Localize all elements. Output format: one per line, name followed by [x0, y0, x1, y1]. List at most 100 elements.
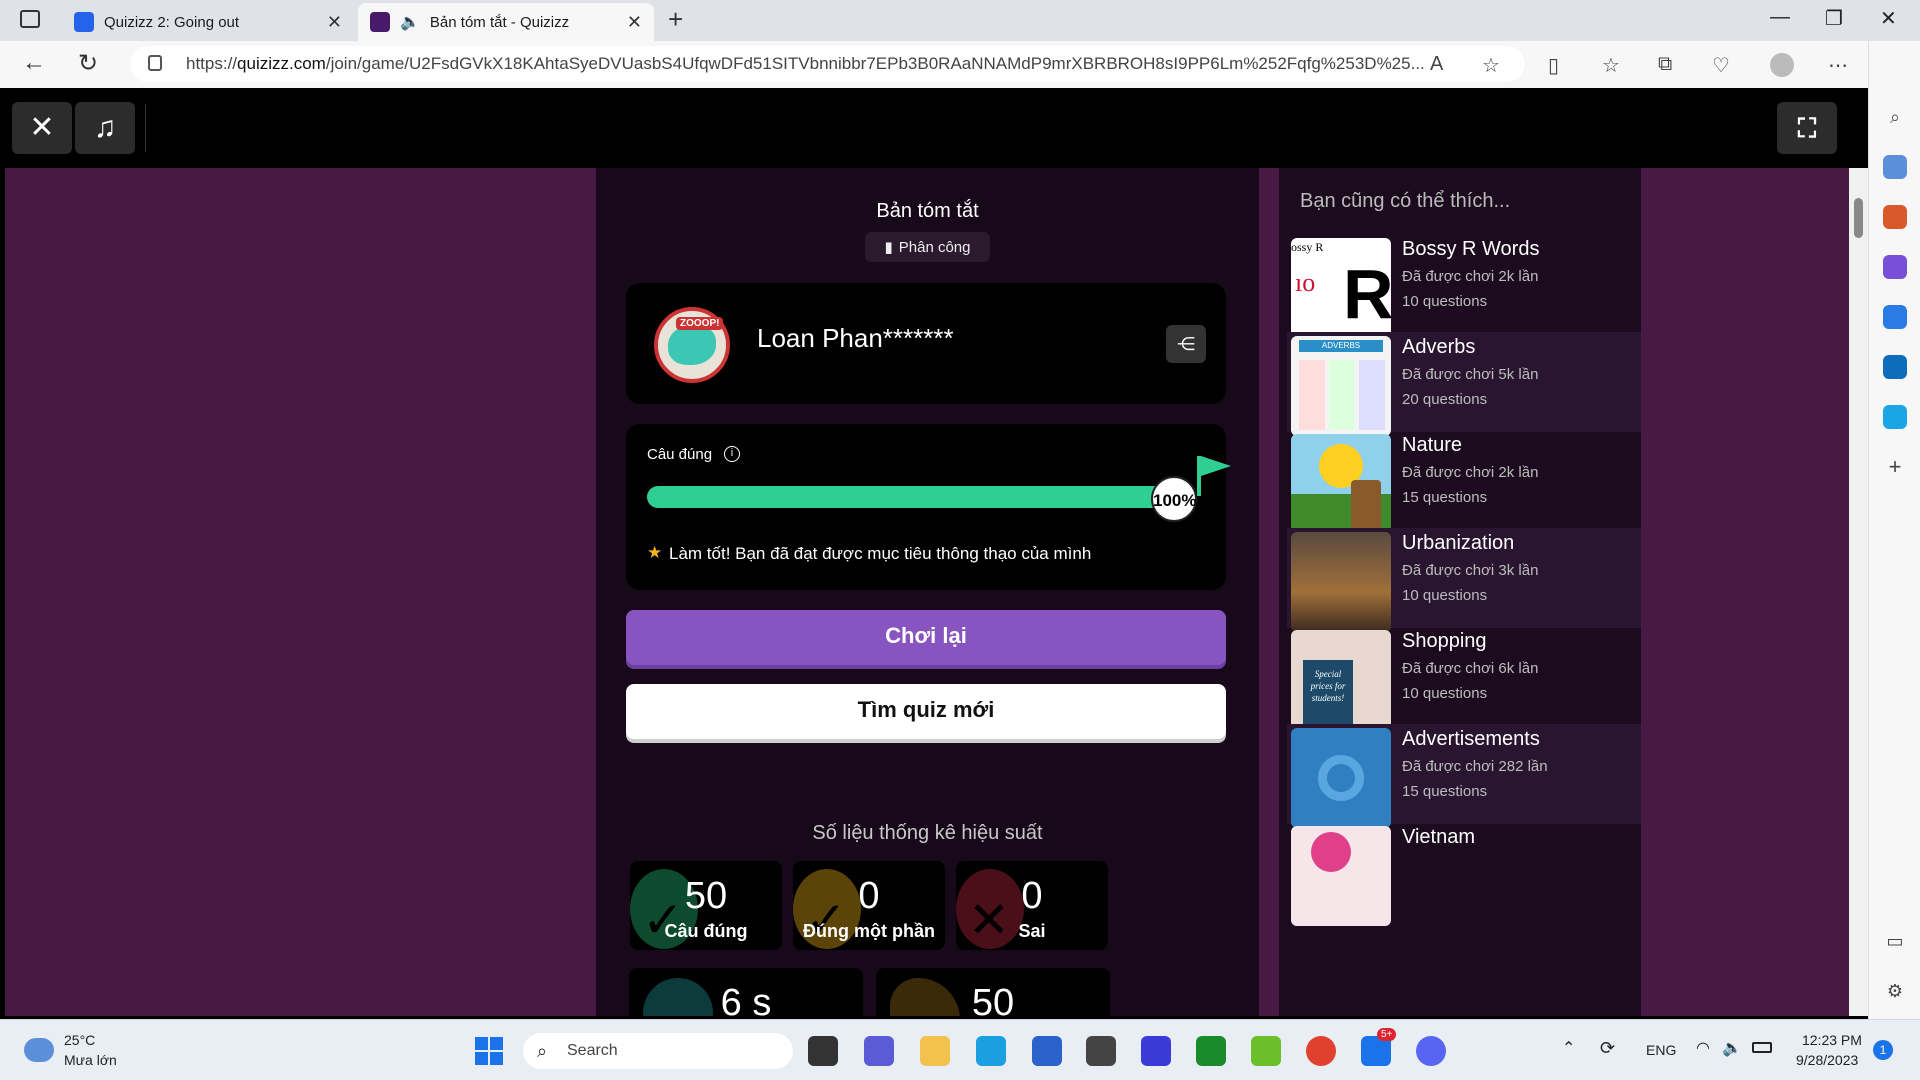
split-screen-icon[interactable]: ▯: [1548, 53, 1559, 78]
wifi-icon[interactable]: ◠: [1696, 1038, 1710, 1058]
thumb-r-letter: R: [1343, 255, 1391, 333]
taskbar-search[interactable]: ⌕ Search: [523, 1033, 793, 1069]
favorites-icon[interactable]: ☆: [1602, 53, 1620, 78]
store-icon[interactable]: [1032, 1036, 1062, 1066]
tab-quizizz-going-out[interactable]: Quizizz 2: Going out ✕: [62, 3, 354, 41]
close-icon[interactable]: ✕: [627, 12, 642, 33]
discord-icon[interactable]: [1416, 1036, 1446, 1066]
rec-item[interactable]: Nature Đã được chơi 2k lần 15 questions: [1287, 430, 1641, 534]
volume-icon[interactable]: 🔈: [1722, 1038, 1742, 1058]
file-explorer-icon[interactable]: [920, 1036, 950, 1066]
rec-item[interactable]: ossy R ıo R Bossy R Words Đã được chơi 2…: [1287, 234, 1641, 338]
profile-card: ZOOOP! Loan Phan******* ⋲: [626, 283, 1226, 404]
page-title: Bản tóm tắt: [876, 200, 979, 222]
player-name: Loan Phan*******: [757, 323, 954, 353]
tab-actions-icon[interactable]: [20, 10, 40, 28]
tab-summary[interactable]: 🔈 Bản tóm tắt - Quizizz ✕: [358, 3, 654, 41]
app-icon[interactable]: [1251, 1036, 1281, 1066]
meet-icon[interactable]: [864, 1036, 894, 1066]
rec-item[interactable]: Urbanization Đã được chơi 3k lần 10 ques…: [1287, 528, 1641, 632]
sidebar-toggle-icon[interactable]: ▭: [1883, 929, 1907, 953]
chrome-icon[interactable]: [1306, 1036, 1336, 1066]
rec-plays: Đã được chơi 3k lần: [1402, 562, 1539, 579]
browser-essentials-icon[interactable]: ♡: [1712, 53, 1730, 78]
clock-date[interactable]: 9/28/2023: [1796, 1052, 1858, 1068]
info-icon[interactable]: i: [724, 446, 740, 462]
close-window-icon[interactable]: ✕: [1880, 6, 1897, 31]
restore-icon[interactable]: ❐: [1825, 6, 1843, 31]
page-scrollbar[interactable]: [1849, 168, 1868, 1016]
microsoft-365-icon[interactable]: [1883, 305, 1907, 329]
scrollbar-thumb[interactable]: [1854, 198, 1863, 238]
minimize-icon[interactable]: —: [1770, 6, 1790, 29]
app-icon[interactable]: [1086, 1036, 1116, 1066]
search-icon[interactable]: ⌕: [1883, 105, 1907, 129]
settings-gear-icon[interactable]: ⚙: [1883, 979, 1907, 1003]
thumb-column: [1329, 360, 1355, 430]
games-icon[interactable]: [1883, 255, 1907, 279]
add-icon[interactable]: +: [1883, 455, 1907, 479]
find-new-quiz-button[interactable]: Tìm quiz mới: [626, 684, 1226, 739]
replay-button[interactable]: Chơi lại: [626, 610, 1226, 665]
task-view-icon[interactable]: [808, 1036, 838, 1066]
page-viewport: ✕ ♫ ⛶ Bản tóm tắt ▮ Phân công ZOOOP! Loa…: [5, 88, 1849, 1016]
fullscreen-icon[interactable]: ⛶: [1777, 102, 1837, 154]
battery-icon[interactable]: [1752, 1042, 1772, 1053]
speaker-icon[interactable]: 🔈: [400, 12, 420, 32]
music-icon[interactable]: ♫: [75, 102, 135, 154]
zalo-icon[interactable]: 5+: [1361, 1028, 1397, 1066]
rec-item[interactable]: ADVERBS Adverbs Đã được chơi 5k lần 20 q…: [1287, 332, 1641, 436]
stat-streak: 50: [876, 968, 1110, 1016]
rec-questions: 10 questions: [1402, 685, 1488, 702]
read-aloud-icon[interactable]: A: [1430, 53, 1443, 76]
assignment-chip: ▮ Phân công: [865, 232, 990, 262]
refresh-icon[interactable]: ↻: [78, 49, 98, 78]
weather-temp[interactable]: 25°C: [64, 1032, 95, 1048]
lock-icon: [148, 55, 162, 71]
quiz-top-bar: ✕ ♫ ⛶: [5, 88, 1849, 168]
rec-questions: 15 questions: [1402, 783, 1488, 800]
app-icon[interactable]: [1141, 1036, 1171, 1066]
send-icon[interactable]: [1883, 405, 1907, 429]
back-icon[interactable]: ←: [22, 49, 46, 77]
rec-plays: Đã được chơi 2k lần: [1402, 464, 1539, 481]
weather-icon[interactable]: [24, 1038, 54, 1062]
chevron-up-icon[interactable]: ⌃: [1562, 1038, 1575, 1058]
notification-badge[interactable]: 1: [1873, 1040, 1893, 1060]
more-icon[interactable]: ⋯: [1828, 53, 1848, 78]
stat-time-value: 6 s: [720, 982, 772, 1016]
quizizz-logo-icon: [1318, 755, 1364, 801]
url-path: /join/game/U2FsdGVkX18KAhtaSyeDVUasbS4Uf…: [325, 54, 1425, 73]
tab-bar: Quizizz 2: Going out ✕ 🔈 Bản tóm tắt - Q…: [0, 0, 1920, 41]
xbox-icon[interactable]: [1196, 1036, 1226, 1066]
shopping-icon[interactable]: [1883, 155, 1907, 179]
new-tab-icon[interactable]: +: [668, 4, 683, 35]
rec-plays: Đã được chơi 2k lần: [1402, 268, 1539, 285]
rec-item[interactable]: Vietnam: [1287, 822, 1641, 926]
outlook-icon[interactable]: [1883, 355, 1907, 379]
favorite-star-icon[interactable]: ☆: [1482, 53, 1500, 78]
clock-time[interactable]: 12:23 PM: [1802, 1032, 1862, 1048]
sync-icon[interactable]: ⟳: [1600, 1038, 1615, 1059]
language-indicator[interactable]: ENG: [1646, 1042, 1676, 1058]
tab-title: Quizizz 2: Going out: [104, 13, 240, 31]
tools-icon[interactable]: [1883, 205, 1907, 229]
stat-correct-value: 50: [684, 875, 728, 917]
close-icon[interactable]: ✕: [12, 102, 72, 154]
rec-item[interactable]: Special prices for students! Shopping Đã…: [1287, 626, 1641, 730]
avatar-creature: [668, 325, 716, 365]
rec-item[interactable]: Advertisements Đã được chơi 282 lần 15 q…: [1287, 724, 1641, 828]
collections-icon[interactable]: ⧉: [1658, 53, 1672, 76]
windows-start-icon[interactable]: [475, 1037, 503, 1065]
edge-icon[interactable]: [976, 1036, 1006, 1066]
url-field[interactable]: https://quizizz.com/join/game/U2FsdGVkX1…: [130, 46, 1525, 82]
rec-questions: 10 questions: [1402, 587, 1488, 604]
recommendations-title: Bạn cũng có thể thích...: [1300, 190, 1511, 212]
thumb-text: ADVERBS: [1299, 340, 1383, 352]
share-button[interactable]: ⋲: [1166, 325, 1206, 363]
close-icon[interactable]: ✕: [327, 12, 342, 33]
weather-desc[interactable]: Mưa lớn: [64, 1052, 117, 1068]
rec-plays: Đã được chơi 282 lần: [1402, 758, 1548, 775]
profile-avatar[interactable]: [1770, 53, 1794, 77]
rec-title: Vietnam: [1402, 826, 1476, 848]
